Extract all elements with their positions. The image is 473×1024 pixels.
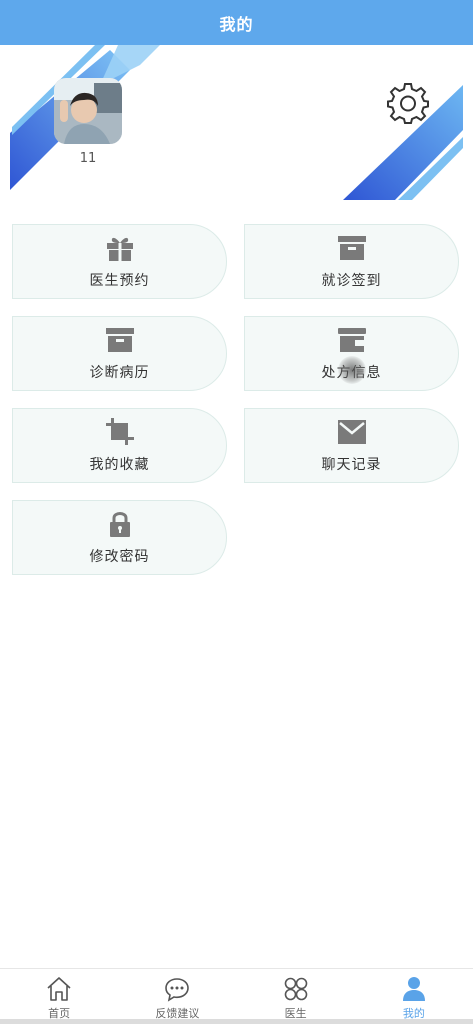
wallet-icon bbox=[336, 326, 368, 354]
username: 11 bbox=[79, 151, 97, 166]
mail-icon bbox=[336, 418, 368, 446]
menu-item-label: 修改密码 bbox=[89, 548, 150, 565]
menu-item-chat-history[interactable]: 聊天记录 bbox=[244, 408, 459, 483]
menu-item-label: 医生预约 bbox=[89, 272, 150, 289]
page-title: 我的 bbox=[219, 14, 254, 34]
chat-icon bbox=[163, 975, 191, 1003]
menu-item-doctor-appointment[interactable]: 医生预约 bbox=[12, 224, 227, 299]
grid-icon bbox=[282, 975, 310, 1003]
menu-item-change-password[interactable]: 修改密码 bbox=[12, 500, 227, 575]
profile-section: 11 bbox=[0, 45, 473, 205]
nav-item-me[interactable]: 我的 bbox=[355, 969, 473, 1024]
avatar[interactable] bbox=[54, 78, 122, 144]
nav-item-home[interactable]: 首页 bbox=[0, 969, 118, 1024]
nav-item-feedback[interactable]: 反馈建议 bbox=[118, 969, 236, 1024]
menu-item-label: 诊断病历 bbox=[89, 364, 150, 381]
menu-item-prescription-info[interactable]: 处方信息 bbox=[244, 316, 459, 391]
menu-item-label: 就诊签到 bbox=[321, 272, 382, 289]
header-bar: 我的 bbox=[0, 0, 473, 45]
archive-icon bbox=[336, 234, 368, 262]
nav-item-doctors[interactable]: 医生 bbox=[237, 969, 355, 1024]
menu-item-check-in[interactable]: 就诊签到 bbox=[244, 224, 459, 299]
menu-item-label: 聊天记录 bbox=[321, 456, 382, 473]
archive-icon bbox=[104, 326, 136, 354]
menu-item-label: 我的收藏 bbox=[89, 456, 150, 473]
avatar-photo bbox=[54, 78, 122, 144]
menu-grid: 医生预约 就诊签到 诊断病历 处方信息 我的收藏 聊天记录 修改密码 bbox=[12, 224, 460, 575]
gift-icon bbox=[104, 234, 136, 262]
profile-page: 我的 11 医生预约 就诊签到 诊断病历 处方信息 我的收藏 聊天记录 修改密码… bbox=[0, 0, 473, 1024]
bottom-strip bbox=[0, 1019, 473, 1024]
menu-item-label: 处方信息 bbox=[321, 364, 382, 381]
settings-gear-icon[interactable] bbox=[386, 81, 430, 125]
home-icon bbox=[45, 975, 73, 1003]
menu-item-diagnosis-records[interactable]: 诊断病历 bbox=[12, 316, 227, 391]
crop-icon bbox=[104, 417, 136, 446]
menu-item-my-favorites[interactable]: 我的收藏 bbox=[12, 408, 227, 483]
bottom-nav: 首页 反馈建议 医生 我的 bbox=[0, 968, 473, 1024]
lock-icon bbox=[104, 510, 136, 538]
user-icon bbox=[400, 975, 428, 1003]
